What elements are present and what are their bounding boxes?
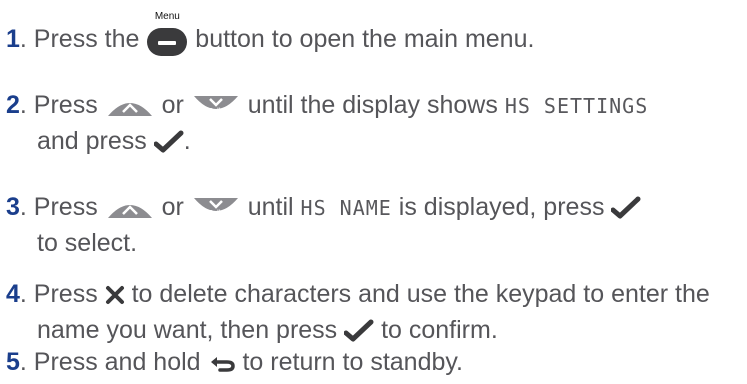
- redial-up-button-icon: Redial: [107, 98, 152, 117]
- back-arrow-icon: [210, 357, 235, 373]
- step-number: 2: [6, 91, 20, 119]
- step-2-line-2: and press .: [37, 123, 191, 159]
- step-1: 1. Press the Menu button to open the mai…: [6, 12, 535, 58]
- step-text: or: [154, 91, 191, 119]
- menu-button-icon: Menu: [146, 12, 188, 58]
- step-number: 1: [6, 25, 20, 53]
- lcd-text: HS SETTINGS: [504, 94, 649, 118]
- step-text: . Press: [19, 193, 105, 221]
- step-text: until the display shows: [240, 91, 505, 119]
- step-text: to delete characters and use the keypad …: [124, 280, 710, 308]
- ok-check-icon: [611, 196, 641, 219]
- ok-check-icon: [153, 130, 184, 153]
- redial-caption: Redial: [120, 200, 140, 207]
- calls-down-button-icon: Calls: [193, 96, 238, 115]
- step-text: . Press: [19, 91, 105, 119]
- step-4-line-2: name you want, then press to confirm.: [37, 312, 498, 348]
- step-4: 4. Press to delete characters and use th…: [6, 276, 710, 312]
- step-text: and press: [37, 127, 154, 155]
- calls-down-button-icon: Calls: [193, 198, 238, 217]
- step-text: to confirm.: [374, 316, 498, 344]
- step-number: 5: [6, 348, 20, 376]
- step-2: 2. Press Redial or Calls until the displ…: [6, 87, 648, 124]
- step-text: . Press and hold: [19, 348, 208, 376]
- step-text: name you want, then press: [37, 316, 345, 344]
- step-text: until: [240, 193, 301, 221]
- step-text: . Press: [19, 280, 105, 308]
- step-text: . Press the: [19, 25, 147, 53]
- calls-caption: Calls: [208, 108, 224, 115]
- step-3: 3. Press Redial or Calls until HS NAME i…: [6, 189, 641, 226]
- lcd-text: HS NAME: [300, 196, 392, 220]
- redial-caption: Redial: [120, 98, 140, 105]
- menu-button-caption: Menu: [154, 11, 180, 23]
- step-text: is displayed, press: [391, 193, 612, 221]
- redial-up-button-icon: Redial: [107, 200, 152, 219]
- step-number: 4: [6, 280, 20, 308]
- delete-x-icon: [105, 286, 124, 305]
- ok-check-icon: [344, 319, 374, 342]
- step-text: .: [183, 127, 191, 155]
- step-text: or: [154, 193, 191, 221]
- step-text: to select.: [37, 229, 138, 257]
- step-5: 5. Press and hold to return to standby.: [6, 344, 463, 380]
- step-3-line-2: to select.: [37, 225, 137, 261]
- step-text: to return to standby.: [235, 348, 463, 376]
- step-number: 3: [6, 193, 20, 221]
- calls-caption: Calls: [208, 210, 224, 217]
- step-text: button to open the main menu.: [188, 25, 535, 53]
